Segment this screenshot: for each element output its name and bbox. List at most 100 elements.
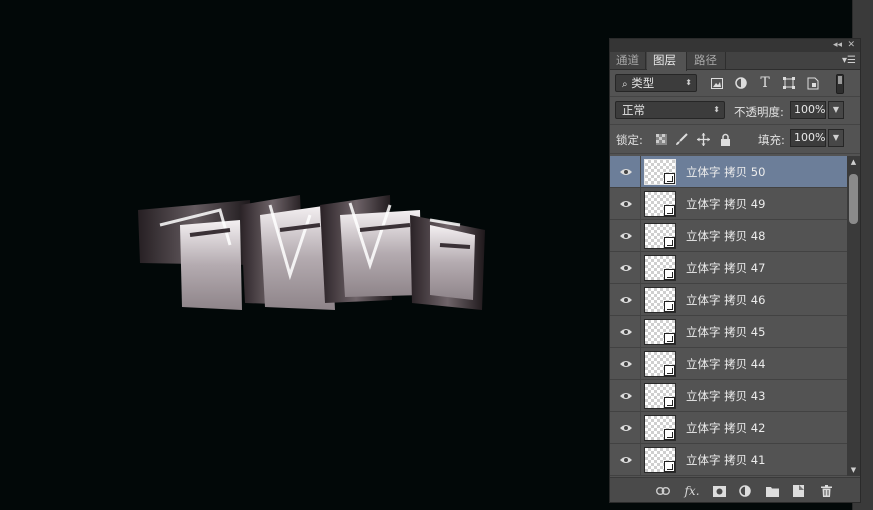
smart-object-badge-icon bbox=[664, 461, 675, 472]
layer-style-fx-icon[interactable]: fx. bbox=[684, 483, 700, 499]
smart-object-badge-icon bbox=[664, 205, 675, 216]
layer-thumbnail[interactable] bbox=[644, 255, 676, 281]
eye-visibility-icon[interactable] bbox=[619, 293, 633, 307]
collapse-panel-icon[interactable]: ◂◂ bbox=[833, 39, 842, 52]
layer-row[interactable]: 立体字 拷贝 47 bbox=[610, 252, 847, 284]
image-filter-icon[interactable] bbox=[709, 75, 725, 91]
lock-image-pixels-icon[interactable] bbox=[674, 132, 688, 146]
eye-visibility-icon[interactable] bbox=[619, 261, 633, 275]
layers-panel: ◂◂ ✕ 通道 图层 路径 ▾☰ ⌕ 类型 ⬍ T 正常 ⬍ 不透明度: 100… bbox=[609, 38, 861, 503]
layer-thumbnail[interactable] bbox=[644, 415, 676, 441]
layer-name[interactable]: 立体字 拷贝 48 bbox=[686, 228, 765, 244]
tab-paths[interactable]: 路径 bbox=[688, 52, 726, 70]
eye-visibility-icon[interactable] bbox=[619, 229, 633, 243]
layers-scrollbar[interactable]: ▲ ▼ bbox=[847, 156, 860, 476]
smart-object-filter-icon[interactable] bbox=[805, 75, 821, 91]
divider bbox=[640, 348, 641, 379]
layer-name[interactable]: 立体字 拷贝 45 bbox=[686, 324, 765, 340]
type-filter-icon[interactable]: T bbox=[757, 75, 773, 91]
eye-visibility-icon[interactable] bbox=[619, 453, 633, 467]
layer-thumbnail[interactable] bbox=[644, 351, 676, 377]
blend-mode-dropdown[interactable]: 正常 ⬍ bbox=[615, 101, 725, 119]
panel-titlebar: ◂◂ ✕ bbox=[610, 39, 860, 52]
layer-name[interactable]: 立体字 拷贝 50 bbox=[686, 164, 765, 180]
layer-name[interactable]: 立体字 拷贝 43 bbox=[686, 388, 765, 404]
filter-kind-dropdown[interactable]: ⌕ 类型 ⬍ bbox=[615, 74, 697, 92]
smart-object-badge-icon bbox=[664, 333, 675, 344]
lock-label: 锁定: bbox=[616, 133, 643, 147]
link-layers-icon[interactable] bbox=[655, 483, 671, 499]
opacity-dropdown-arrow[interactable]: ▼ bbox=[828, 101, 844, 119]
layer-thumbnail[interactable] bbox=[644, 223, 676, 249]
updown-arrow-icon: ⬍ bbox=[685, 78, 692, 87]
layer-thumbnail[interactable] bbox=[644, 159, 676, 185]
opacity-input[interactable]: 100% bbox=[790, 101, 826, 119]
eye-visibility-icon[interactable] bbox=[619, 165, 633, 179]
eye-visibility-icon[interactable] bbox=[619, 325, 633, 339]
layer-name[interactable]: 立体字 拷贝 46 bbox=[686, 292, 765, 308]
add-mask-icon[interactable] bbox=[711, 483, 727, 499]
smart-object-badge-icon bbox=[664, 397, 675, 408]
tab-layers[interactable]: 图层 bbox=[647, 52, 687, 71]
layer-row[interactable]: 立体字 拷贝 42 bbox=[610, 412, 847, 444]
scroll-down-arrow-icon[interactable]: ▼ bbox=[847, 464, 860, 476]
smart-object-badge-icon bbox=[664, 237, 675, 248]
eye-visibility-icon[interactable] bbox=[619, 389, 633, 403]
divider bbox=[610, 96, 860, 97]
panel-tabs: 通道 图层 路径 ▾☰ bbox=[610, 52, 860, 71]
blend-row: 正常 ⬍ 不透明度: 100% ▼ bbox=[610, 99, 860, 123]
new-layer-icon[interactable] bbox=[790, 483, 806, 499]
smart-object-badge-icon bbox=[664, 429, 675, 440]
lock-all-icon[interactable] bbox=[718, 132, 732, 146]
fill-input[interactable]: 100% bbox=[790, 129, 826, 147]
layer-thumbnail[interactable] bbox=[644, 383, 676, 409]
divider bbox=[640, 284, 641, 315]
opacity-label: 不透明度: bbox=[734, 105, 784, 119]
divider bbox=[640, 316, 641, 347]
layer-name[interactable]: 立体字 拷贝 47 bbox=[686, 260, 765, 276]
eye-visibility-icon[interactable] bbox=[619, 197, 633, 211]
delete-layer-trash-icon[interactable] bbox=[818, 483, 834, 499]
new-group-folder-icon[interactable] bbox=[764, 483, 780, 499]
search-icon: ⌕ bbox=[622, 79, 628, 90]
layer-row[interactable]: 立体字 拷贝 43 bbox=[610, 380, 847, 412]
3d-text-artwork bbox=[138, 195, 485, 310]
layer-row[interactable]: 立体字 拷贝 45 bbox=[610, 316, 847, 348]
tab-channels[interactable]: 通道 bbox=[610, 52, 646, 70]
filter-kind-label: 类型 bbox=[631, 76, 655, 90]
smart-object-badge-icon bbox=[664, 365, 675, 376]
layer-thumbnail[interactable] bbox=[644, 287, 676, 313]
eye-visibility-icon[interactable] bbox=[619, 421, 633, 435]
layer-row[interactable]: 立体字 拷贝 48 bbox=[610, 220, 847, 252]
filter-row: ⌕ 类型 ⬍ T bbox=[610, 71, 860, 95]
lock-position-icon[interactable] bbox=[696, 132, 710, 146]
layer-name[interactable]: 立体字 拷贝 41 bbox=[686, 452, 765, 468]
shape-filter-icon[interactable] bbox=[781, 75, 797, 91]
fill-dropdown-arrow[interactable]: ▼ bbox=[828, 129, 844, 147]
divider bbox=[640, 156, 641, 187]
layer-thumbnail[interactable] bbox=[644, 319, 676, 345]
scroll-thumb[interactable] bbox=[849, 174, 858, 224]
layer-thumbnail[interactable] bbox=[644, 191, 676, 217]
layer-thumbnail[interactable] bbox=[644, 447, 676, 473]
layer-name[interactable]: 立体字 拷贝 49 bbox=[686, 196, 765, 212]
panel-menu-icon[interactable]: ▾☰ bbox=[842, 55, 856, 66]
layer-row[interactable]: 立体字 拷贝 44 bbox=[610, 348, 847, 380]
adjustment-filter-icon[interactable] bbox=[733, 75, 749, 91]
divider bbox=[640, 380, 641, 411]
adjustment-layer-icon[interactable] bbox=[737, 483, 753, 499]
updown-arrow-icon: ⬍ bbox=[713, 105, 720, 114]
close-panel-icon[interactable]: ✕ bbox=[847, 39, 855, 52]
divider bbox=[640, 188, 641, 219]
layers-list: 立体字 拷贝 50 立体字 拷贝 49 立体字 拷贝 48 立体字 拷贝 47 立体字 … bbox=[610, 156, 847, 476]
lock-transparent-pixels-icon[interactable] bbox=[654, 132, 668, 146]
layer-name[interactable]: 立体字 拷贝 44 bbox=[686, 356, 765, 372]
eye-visibility-icon[interactable] bbox=[619, 357, 633, 371]
scroll-up-arrow-icon[interactable]: ▲ bbox=[847, 156, 860, 168]
layer-name[interactable]: 立体字 拷贝 42 bbox=[686, 420, 765, 436]
filter-toggle[interactable] bbox=[836, 74, 844, 94]
layer-row[interactable]: 立体字 拷贝 41 bbox=[610, 444, 847, 476]
layer-row[interactable]: 立体字 拷贝 50 bbox=[610, 156, 847, 188]
layer-row[interactable]: 立体字 拷贝 46 bbox=[610, 284, 847, 316]
layer-row[interactable]: 立体字 拷贝 49 bbox=[610, 188, 847, 220]
